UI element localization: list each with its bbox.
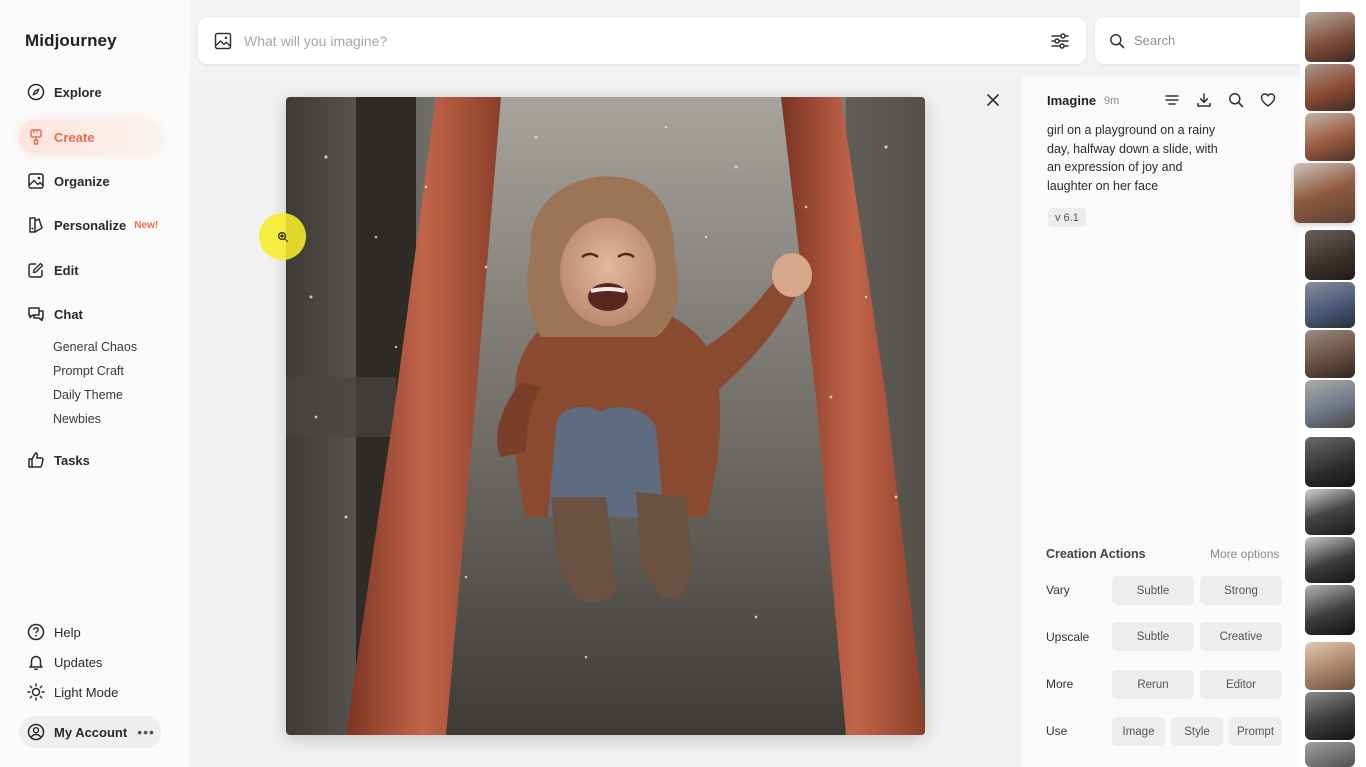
nav-light-mode[interactable]: Light Mode [19, 675, 161, 709]
thumbnail[interactable] [1305, 489, 1355, 535]
prompt-bar[interactable]: What will you imagine? [198, 17, 1086, 64]
thumbnail[interactable] [1305, 380, 1355, 428]
nav-organize[interactable]: Organize [19, 164, 161, 198]
app-logo[interactable]: Midjourney [25, 31, 117, 51]
sun-icon [27, 683, 45, 701]
search-icon [1109, 33, 1125, 49]
thumbnail[interactable] [1305, 585, 1355, 635]
more-options-link[interactable]: More options [1210, 547, 1279, 561]
vary-subtle-button[interactable]: Subtle [1112, 576, 1194, 605]
thumbnail[interactable] [1305, 282, 1355, 328]
menu-lines-icon[interactable] [1164, 92, 1180, 108]
version-badge[interactable]: v 6.1 [1048, 208, 1086, 227]
heart-icon[interactable] [1260, 92, 1276, 108]
chat-room-newbies[interactable]: Newbies [53, 412, 101, 426]
sidebar: Midjourney Explore Create Organize Perso… [0, 0, 190, 767]
nav-tasks[interactable]: Tasks [19, 443, 161, 477]
nav-personalize[interactable]: Personalize New! [19, 208, 161, 242]
vary-label: Vary [1046, 583, 1070, 597]
nav-light-mode-label: Light Mode [54, 684, 119, 700]
cursor-highlight [259, 213, 306, 260]
thumbnail[interactable] [1305, 692, 1355, 740]
prompt-input[interactable]: What will you imagine? [244, 33, 1050, 49]
thumbs-up-icon [27, 451, 45, 469]
chat-room-general-chaos[interactable]: General Chaos [53, 340, 137, 354]
thumbnail-selected[interactable] [1294, 163, 1355, 223]
nav-updates-label: Updates [54, 654, 103, 670]
nav-chat-label: Chat [54, 306, 83, 322]
use-style-button[interactable]: Style [1171, 717, 1223, 746]
nav-create-label: Create [54, 129, 95, 145]
rerun-button[interactable]: Rerun [1112, 670, 1194, 699]
vary-strong-button[interactable]: Strong [1200, 576, 1282, 605]
image-icon [27, 172, 45, 190]
nav-updates[interactable]: Updates [19, 645, 161, 679]
generated-image[interactable] [286, 97, 925, 735]
nav-create[interactable]: Create [19, 120, 161, 154]
nav-chat[interactable]: Chat [19, 297, 161, 331]
thumbnail[interactable] [1305, 12, 1355, 62]
thumbnail[interactable] [1305, 642, 1355, 690]
more-label: More [1046, 677, 1074, 691]
compass-icon [27, 83, 45, 101]
palette-icon [27, 216, 45, 234]
new-badge: New! [134, 219, 159, 231]
use-image-button[interactable]: Image [1112, 717, 1165, 746]
use-prompt-button[interactable]: Prompt [1229, 717, 1282, 746]
thumbnail[interactable] [1305, 64, 1355, 111]
upscale-subtle-button[interactable]: Subtle [1112, 622, 1194, 651]
search-bar[interactable]: Search [1095, 17, 1325, 64]
nav-explore[interactable]: Explore [19, 75, 161, 109]
brush-icon [27, 128, 45, 146]
zoom-in-icon [277, 231, 289, 243]
nav-explore-label: Explore [54, 84, 102, 100]
details-title: Imagine [1047, 93, 1097, 108]
download-icon[interactable] [1196, 92, 1212, 108]
thumbnail[interactable] [1305, 437, 1355, 487]
details-time: 9m [1104, 95, 1120, 107]
use-label: Use [1046, 724, 1068, 738]
editor-button[interactable]: Editor [1200, 670, 1282, 699]
search-input[interactable]: Search [1134, 33, 1175, 48]
my-account-label: My Account [54, 724, 128, 740]
thumbnail[interactable] [1305, 113, 1355, 161]
user-circle-icon [27, 723, 45, 741]
nav-edit[interactable]: Edit [19, 253, 161, 287]
creation-actions-title: Creation Actions [1046, 547, 1146, 561]
help-icon [27, 623, 45, 641]
thumbnail[interactable] [1305, 330, 1355, 378]
settings-sliders-icon[interactable] [1050, 32, 1070, 50]
bell-icon [27, 653, 45, 671]
chat-icon [27, 305, 45, 323]
close-icon[interactable] [984, 91, 1002, 109]
nav-edit-label: Edit [54, 262, 79, 278]
prompt-text: girl on a playground on a rainy day, hal… [1047, 123, 1218, 193]
nav-help-label: Help [54, 624, 81, 640]
more-dots-icon[interactable]: ••• [137, 724, 155, 740]
nav-organize-label: Organize [54, 173, 110, 189]
thumbnail[interactable] [1305, 742, 1355, 767]
nav-personalize-label: Personalize [54, 217, 127, 233]
search-similar-icon[interactable] [1228, 92, 1244, 108]
thumbnail[interactable] [1305, 230, 1355, 280]
chat-room-daily-theme[interactable]: Daily Theme [53, 388, 123, 402]
nav-tasks-label: Tasks [54, 452, 90, 468]
thumbnail[interactable] [1305, 537, 1355, 583]
upscale-label: Upscale [1046, 630, 1090, 644]
upscale-creative-button[interactable]: Creative [1200, 622, 1282, 651]
image-upload-icon[interactable] [214, 32, 232, 50]
edit-icon [27, 261, 45, 279]
my-account-button[interactable]: My Account ••• [19, 716, 161, 748]
nav-help[interactable]: Help [19, 615, 161, 649]
chat-room-prompt-craft[interactable]: Prompt Craft [53, 364, 124, 378]
